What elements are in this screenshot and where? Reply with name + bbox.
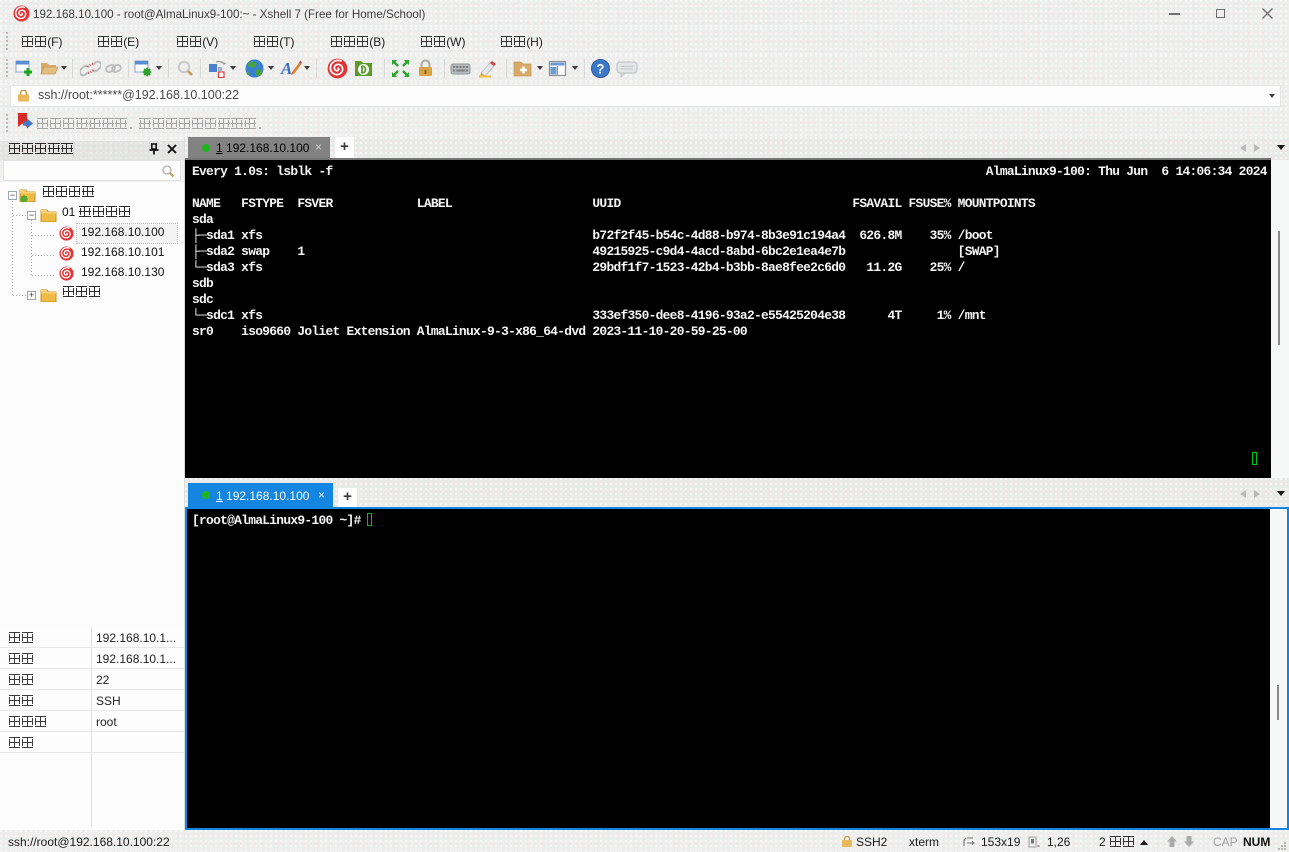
svg-text:?: ? <box>596 62 604 77</box>
svg-text:A: A <box>280 59 292 78</box>
